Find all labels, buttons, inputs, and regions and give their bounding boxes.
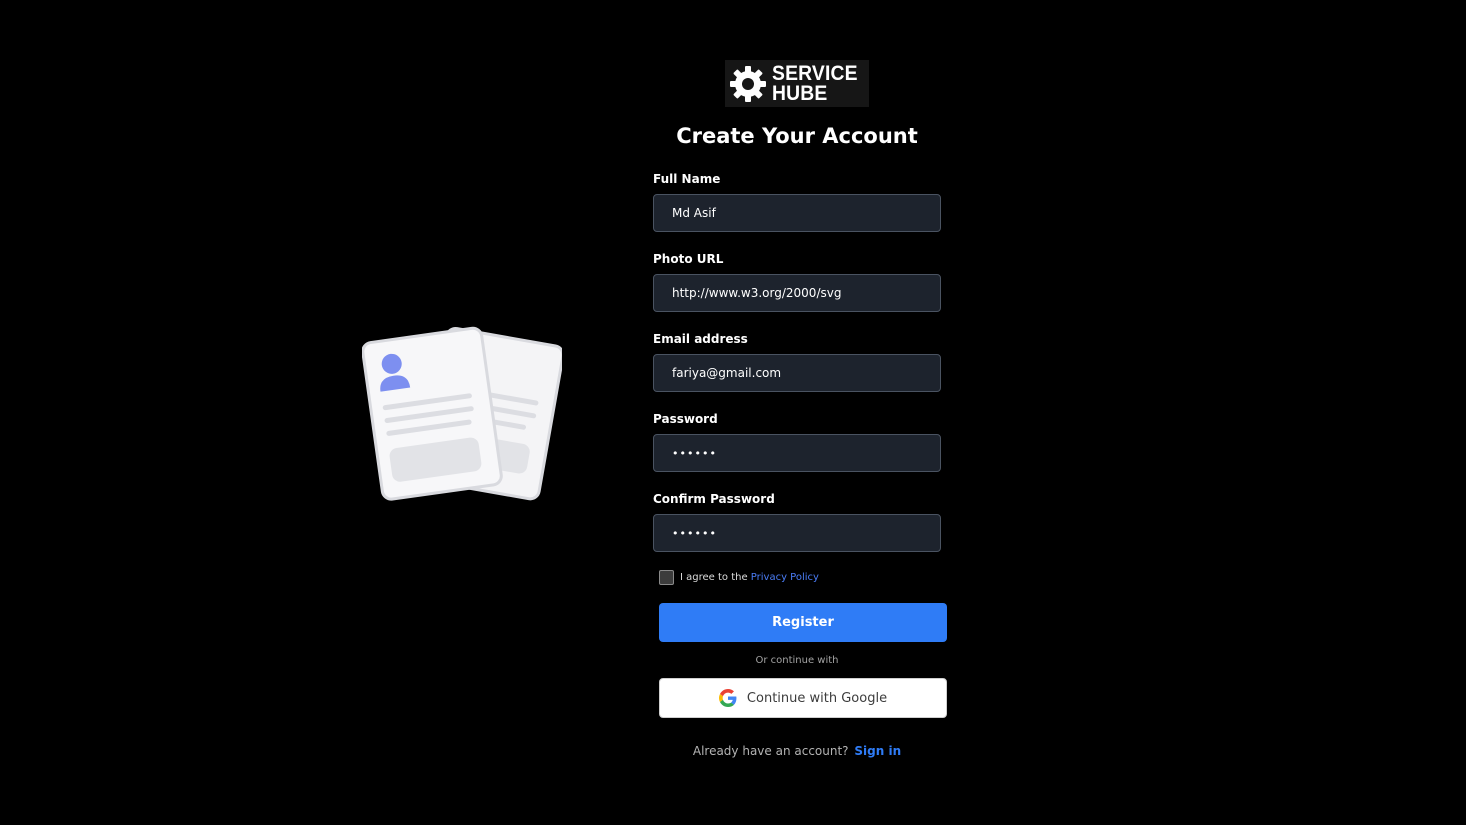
- agree-checkbox[interactable]: [659, 570, 674, 585]
- password-input[interactable]: [653, 434, 941, 472]
- full-name-input[interactable]: [653, 194, 941, 232]
- signin-prompt-text: Already have an account?: [692, 744, 849, 758]
- page-title: Create Your Account: [676, 124, 918, 148]
- or-continue-with-divider: Or continue with: [755, 655, 839, 666]
- gear-icon: [730, 65, 766, 102]
- photo-url-label: Photo URL: [653, 252, 724, 266]
- brand-line-2: HUBE: [772, 81, 828, 105]
- signin-prompt: Already have an account? Sign in: [600, 744, 994, 758]
- confirm-password-label: Confirm Password: [653, 492, 775, 506]
- privacy-policy-link[interactable]: Privacy Policy: [751, 572, 819, 583]
- email-input[interactable]: [653, 354, 941, 392]
- brand-line-1: SERVICE: [772, 61, 858, 85]
- confirm-password-input[interactable]: [653, 514, 941, 552]
- brand-logo: SERVICE HUBE: [725, 60, 869, 107]
- photo-url-input[interactable]: [653, 274, 941, 312]
- id-card-illustration: [362, 326, 562, 501]
- register-button[interactable]: Register: [659, 603, 947, 642]
- signin-link[interactable]: Sign in: [854, 744, 901, 758]
- register-page: SERVICE HUBE Create Your Account Full Na…: [0, 0, 1466, 825]
- google-icon: [718, 689, 737, 707]
- google-signin-button[interactable]: Continue with Google: [659, 678, 947, 718]
- brand-name: SERVICE HUBE: [772, 61, 858, 105]
- google-button-label: Continue with Google: [746, 690, 888, 706]
- email-label: Email address: [653, 332, 748, 346]
- password-label: Password: [653, 412, 718, 426]
- agree-text: I agree to the Privacy Policy: [680, 572, 819, 583]
- agree-label: I agree to the: [680, 572, 748, 583]
- full-name-label: Full Name: [653, 172, 721, 186]
- privacy-agreement: I agree to the Privacy Policy: [659, 570, 819, 585]
